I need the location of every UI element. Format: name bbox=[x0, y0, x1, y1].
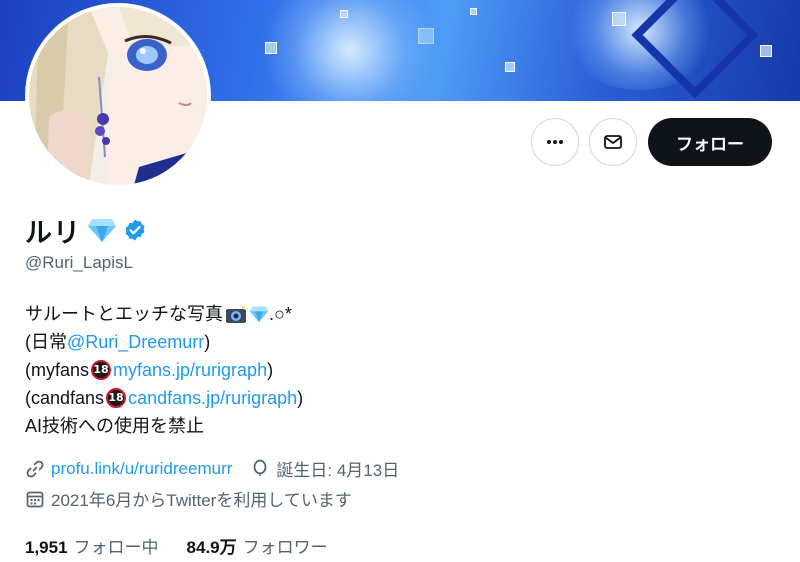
camera-flash-icon bbox=[226, 304, 247, 323]
more-horizontal-icon bbox=[547, 140, 563, 144]
link-icon bbox=[26, 460, 44, 477]
profile-website-link[interactable]: profu.link/u/ruridreemurr bbox=[51, 459, 232, 479]
diamond-icon bbox=[249, 306, 269, 322]
message-button[interactable] bbox=[589, 118, 637, 166]
bio-line-3: (myfans 18 myfans.jp/rurigraph) bbox=[25, 356, 303, 384]
profile-avatar[interactable] bbox=[25, 3, 211, 189]
follow-button[interactable]: フォロー bbox=[648, 118, 772, 166]
bio-text: (日常 bbox=[25, 332, 67, 352]
following-label: フォロー中 bbox=[73, 538, 159, 557]
bio-text: (candfans bbox=[25, 388, 105, 408]
bio-text: ) bbox=[204, 332, 211, 352]
profile-bio: サルートとエッチな写真 .○* (日常 @Ruri_Dreemurr) (myfa… bbox=[25, 300, 303, 440]
profile-joined-date: 2021年6月からTwitterを利用しています bbox=[51, 491, 352, 510]
following-count: 1,951 bbox=[25, 538, 68, 557]
bio-line-1: サルートとエッチな写真 .○* bbox=[25, 300, 303, 328]
profile-handle: @Ruri_LapisL bbox=[25, 253, 133, 272]
following-stat[interactable]: 1,951 フォロー中 bbox=[25, 533, 159, 558]
bio-text: AI技術への使用を禁止 bbox=[25, 416, 205, 436]
bio-mention-link[interactable]: @Ruri_Dreemurr bbox=[67, 328, 204, 356]
diamond-icon bbox=[88, 219, 116, 242]
followers-stat[interactable]: 84.9万 フォロワー bbox=[187, 533, 328, 558]
calendar-icon bbox=[26, 491, 44, 507]
followers-count: 84.9万 bbox=[186, 538, 237, 557]
followers-label: フォロワー bbox=[242, 538, 328, 557]
bio-line-5: AI技術への使用を禁止 bbox=[25, 412, 303, 440]
profile-birthday: 誕生日: 4月13日 bbox=[276, 461, 400, 480]
display-name-row: ルリ bbox=[25, 210, 147, 250]
more-options-button[interactable] bbox=[531, 118, 579, 166]
bio-candfans-link[interactable]: candfans.jp/rurigraph bbox=[128, 384, 297, 412]
profile-joined-row: 2021年6月からTwitterを利用しています bbox=[25, 486, 352, 511]
profile-meta-row: profu.link/u/ruridreemurr 誕生日: 4月13日 bbox=[25, 456, 399, 481]
bio-text: (myfans bbox=[25, 360, 90, 380]
avatar-illustration bbox=[29, 7, 207, 185]
mail-icon bbox=[604, 135, 622, 149]
profile-stats: 1,951 フォロー中 84.9万 フォロワー bbox=[25, 533, 328, 558]
verified-badge-icon bbox=[125, 219, 145, 241]
bio-text: ) bbox=[297, 388, 304, 408]
bio-line-2: (日常 @Ruri_Dreemurr) bbox=[25, 328, 303, 356]
adult-18-icon: 18 bbox=[91, 360, 112, 380]
balloon-icon bbox=[254, 459, 267, 476]
bio-text-suffix: .○* bbox=[269, 304, 292, 324]
bio-myfans-link[interactable]: myfans.jp/rurigraph bbox=[113, 356, 267, 384]
adult-18-icon: 18 bbox=[106, 388, 127, 408]
bio-text: ) bbox=[267, 360, 274, 380]
bio-line-4: (candfans 18 candfans.jp/rurigraph) bbox=[25, 384, 303, 412]
bio-text: サルートとエッチな写真 bbox=[25, 304, 223, 324]
display-name: ルリ bbox=[25, 217, 81, 248]
